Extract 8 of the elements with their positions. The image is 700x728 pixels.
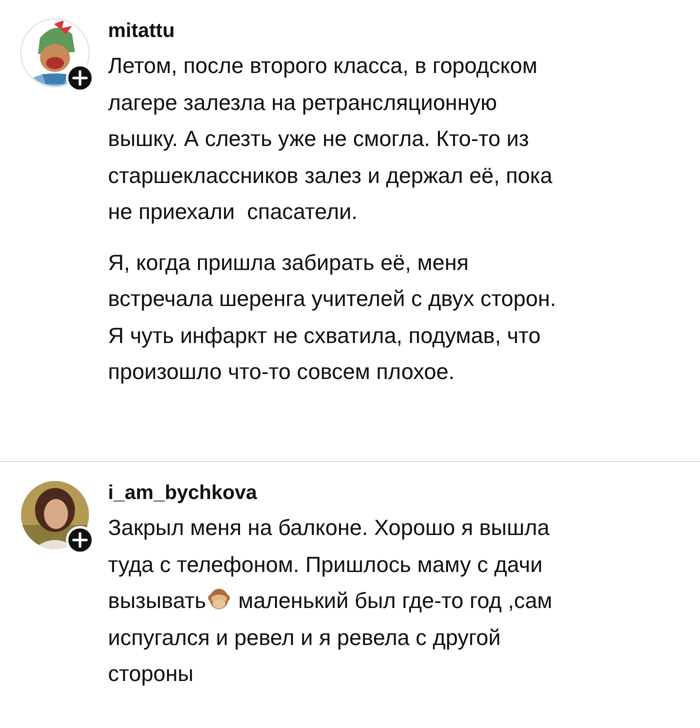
comment-text: Закрыл меня на балконе. Хорошо я вышла туда с телефоном. Пришлось маму с дачи вызывать маленький был где-то год ,сам испугался и ревел и я ревела с другой стороны	[108, 514, 554, 688]
username[interactable]: mitattu	[108, 18, 175, 44]
comment-text: Летом, после второго класса, в городском лагере залезла на ретрансляционную вышку. А слезть уже не смогла. Кто-то из старшеклассников залез и держал её, пока не приехали спасатели.	[108, 52, 554, 226]
plus-icon[interactable]	[66, 526, 94, 554]
username[interactable]: i_am_bychkova	[108, 480, 257, 506]
comment-text: Я, когда пришла забирать её, меня встречала шеренга учителей с двух сторон. Я чуть инфаркт не схватила, подумав, что произошло что-то совсем плохое.	[108, 248, 558, 386]
monkey-icon	[206, 586, 232, 612]
plus-icon[interactable]	[66, 64, 94, 92]
